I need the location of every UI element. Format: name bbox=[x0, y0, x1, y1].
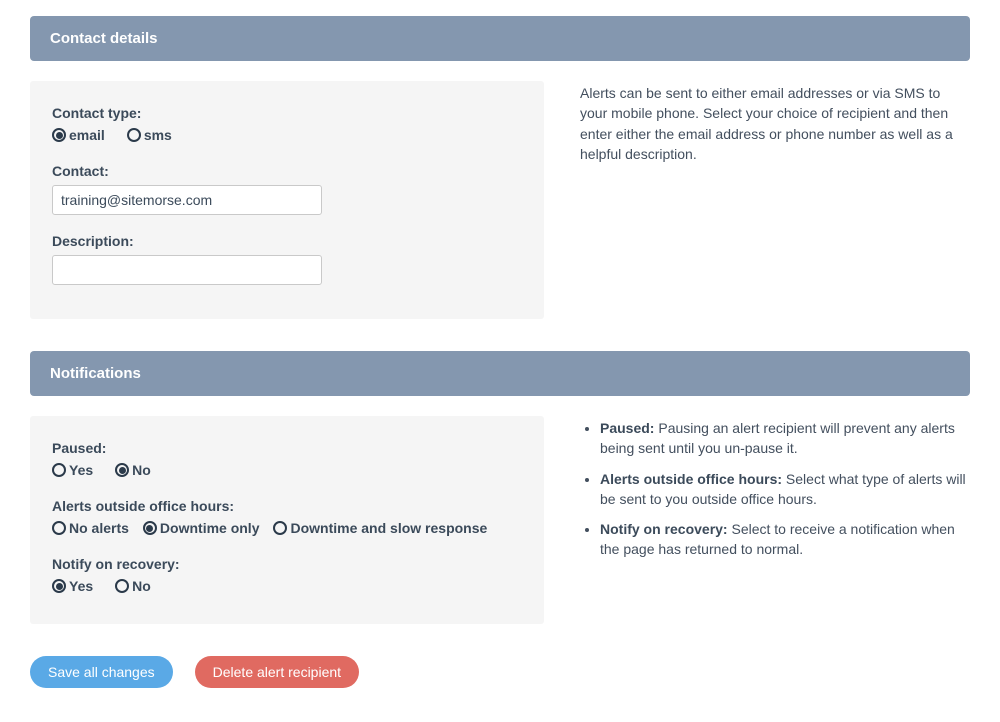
radio-icon bbox=[52, 463, 66, 477]
contact-label: Contact: bbox=[52, 163, 522, 179]
radio-label: email bbox=[69, 127, 105, 143]
settings-page: Contact details Contact type: email sms … bbox=[0, 0, 1000, 718]
radio-icon bbox=[273, 521, 287, 535]
description-input[interactable] bbox=[52, 255, 322, 285]
radio-label: Yes bbox=[69, 462, 93, 478]
outside-hours-radio-group: No alerts Downtime only Downtime and slo… bbox=[52, 520, 522, 536]
help-outside: Alerts outside office hours: Select what… bbox=[600, 469, 970, 510]
help-paused-text: Pausing an alert recipient will prevent … bbox=[600, 420, 955, 456]
paused-no-radio[interactable]: No bbox=[115, 462, 151, 478]
contact-type-sms-radio[interactable]: sms bbox=[127, 127, 172, 143]
radio-label: No alerts bbox=[69, 520, 129, 536]
actions-row: Save all changes Delete alert recipient bbox=[30, 656, 970, 688]
notifications-help-panel: Paused: Pausing an alert recipient will … bbox=[580, 416, 970, 570]
save-button[interactable]: Save all changes bbox=[30, 656, 173, 688]
contact-input[interactable] bbox=[52, 185, 322, 215]
radio-label: No bbox=[132, 578, 151, 594]
notifications-body: Paused: Yes No Alerts outside office hou… bbox=[30, 416, 970, 624]
contact-help-text: Alerts can be sent to either email addre… bbox=[580, 81, 970, 164]
paused-label: Paused: bbox=[52, 440, 522, 456]
contact-details-body: Contact type: email sms Contact: Descrip… bbox=[30, 81, 970, 319]
outside-downtime-radio[interactable]: Downtime only bbox=[143, 520, 260, 536]
contact-type-label: Contact type: bbox=[52, 105, 522, 121]
recovery-label: Notify on recovery: bbox=[52, 556, 522, 572]
outside-downtime-slow-radio[interactable]: Downtime and slow response bbox=[273, 520, 487, 536]
paused-radio-group: Yes No bbox=[52, 462, 522, 478]
radio-icon bbox=[127, 128, 141, 142]
radio-icon bbox=[52, 128, 66, 142]
help-recovery: Notify on recovery: Select to receive a … bbox=[600, 519, 970, 560]
radio-label: sms bbox=[144, 127, 172, 143]
radio-label: Downtime only bbox=[160, 520, 260, 536]
notifications-header: Notifications bbox=[30, 351, 970, 396]
help-paused: Paused: Pausing an alert recipient will … bbox=[600, 418, 970, 459]
recovery-radio-group: Yes No bbox=[52, 578, 522, 594]
recovery-yes-radio[interactable]: Yes bbox=[52, 578, 93, 594]
radio-label: No bbox=[132, 462, 151, 478]
paused-yes-radio[interactable]: Yes bbox=[52, 462, 93, 478]
contact-form-panel: Contact type: email sms Contact: Descrip… bbox=[30, 81, 544, 319]
radio-icon bbox=[115, 579, 129, 593]
help-recovery-title: Notify on recovery: bbox=[600, 521, 728, 537]
radio-icon bbox=[143, 521, 157, 535]
radio-icon bbox=[52, 579, 66, 593]
contact-type-email-radio[interactable]: email bbox=[52, 127, 105, 143]
help-outside-title: Alerts outside office hours: bbox=[600, 471, 782, 487]
radio-label: Downtime and slow response bbox=[290, 520, 487, 536]
description-label: Description: bbox=[52, 233, 522, 249]
recovery-no-radio[interactable]: No bbox=[115, 578, 151, 594]
radio-icon bbox=[115, 463, 129, 477]
outside-none-radio[interactable]: No alerts bbox=[52, 520, 129, 536]
contact-details-header: Contact details bbox=[30, 16, 970, 61]
contact-type-radio-group: email sms bbox=[52, 127, 522, 143]
radio-label: Yes bbox=[69, 578, 93, 594]
radio-icon bbox=[52, 521, 66, 535]
outside-hours-label: Alerts outside office hours: bbox=[52, 498, 522, 514]
delete-recipient-button[interactable]: Delete alert recipient bbox=[195, 656, 359, 688]
help-paused-title: Paused: bbox=[600, 420, 654, 436]
notifications-form-panel: Paused: Yes No Alerts outside office hou… bbox=[30, 416, 544, 624]
